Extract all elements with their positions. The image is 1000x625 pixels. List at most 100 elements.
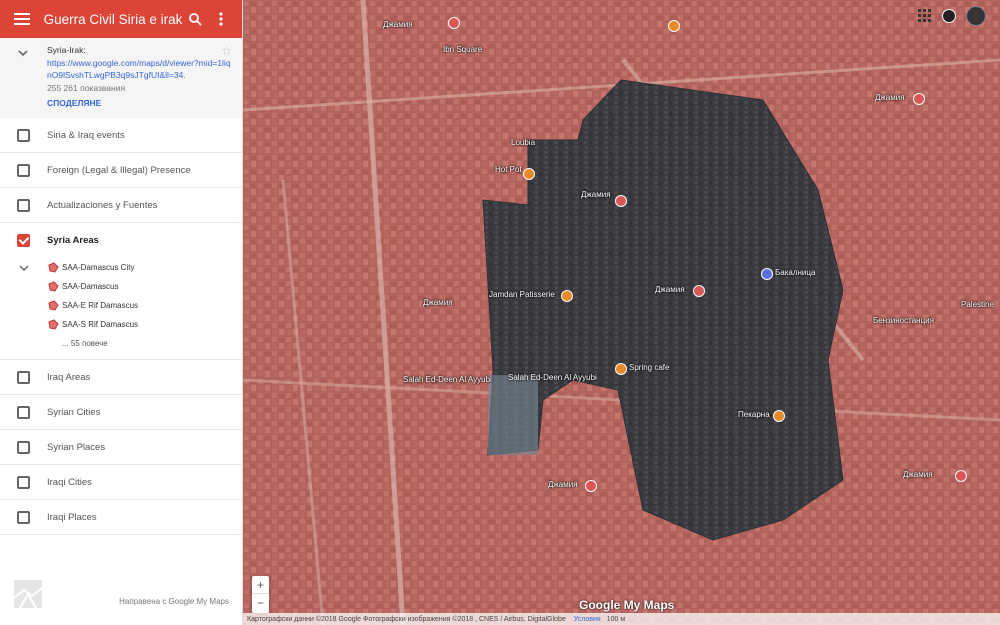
made-with-text: Направена с Google My Maps: [119, 597, 229, 606]
layer-checkbox[interactable]: [17, 198, 30, 212]
search-icon[interactable]: [182, 4, 208, 34]
layer-item[interactable]: SAA-Damascus: [0, 277, 242, 296]
map-label: Salah Ed-Deen Al Ayyubi: [403, 375, 492, 384]
my-maps-logo-icon: [14, 580, 42, 608]
attribution-text: Картографски данни ©2018 Google Фотограф…: [247, 615, 566, 623]
layer-label: Foreign (Legal & Illegal) Presence: [47, 164, 191, 176]
zoom-control: + −: [252, 576, 269, 613]
layer-foreign-presence[interactable]: Foreign (Legal & Illegal) Presence: [0, 153, 242, 188]
zoom-out-button[interactable]: −: [252, 594, 269, 612]
polygon-icon: [48, 281, 59, 292]
chevron-down-icon[interactable]: [16, 46, 30, 60]
account-bar: [918, 6, 986, 26]
mosque-pin-icon[interactable]: [913, 93, 925, 105]
store-pin-icon[interactable]: [761, 268, 773, 280]
map-attribution: Картографски данни ©2018 Google Фотограф…: [243, 613, 1000, 625]
top-bar: Guerra Civil Siria e irak: [0, 0, 242, 38]
map-name: Syria-Irak:: [47, 45, 86, 55]
notifications-icon[interactable]: [942, 9, 956, 23]
layer-checkbox[interactable]: [17, 475, 30, 489]
cafe-pin-icon[interactable]: [615, 363, 627, 375]
more-vert-icon[interactable]: [208, 4, 234, 34]
layer-label: Siria & Iraq events: [47, 129, 125, 141]
map-label: Hot Pot: [495, 165, 522, 174]
avatar[interactable]: [966, 6, 986, 26]
layer-items: SAA-Damascus City SAA-Damascus SAA-E Rif…: [0, 258, 242, 353]
restaurant-pin-icon[interactable]: [561, 290, 573, 302]
map-label: Джамия: [875, 93, 905, 102]
show-more-link[interactable]: ... 55 повече: [0, 334, 242, 353]
map-label: Jamdan Patisserie: [489, 290, 555, 299]
layer-syrian-cities[interactable]: Syrian Cities: [0, 395, 242, 430]
scale-bar: 100 м: [606, 615, 626, 623]
layer-checkbox[interactable]: [17, 510, 30, 524]
layer-item[interactable]: SAA-Damascus City: [0, 258, 242, 277]
layer-syrian-places[interactable]: Syrian Places: [0, 430, 242, 465]
layer-item-label: SAA-Damascus: [62, 282, 119, 291]
app: Guerra Civil Siria e irak Syria-Irak: ht…: [0, 0, 1000, 625]
mosque-pin-icon[interactable]: [693, 285, 705, 297]
layer-item-label: SAA-S Rif Damascus: [62, 320, 139, 329]
polygon-icon: [48, 262, 59, 273]
layer-actualizaciones[interactable]: Actualizaciones y Fuentes: [0, 188, 242, 223]
map-label: Ibn Square: [443, 45, 483, 54]
mosque-pin-icon[interactable]: [955, 470, 967, 482]
layer-label: Iraqi Places: [47, 511, 97, 523]
map-label: Джамия: [581, 190, 611, 199]
layer-checkbox[interactable]: [17, 128, 30, 142]
restaurant-pin-icon[interactable]: [668, 20, 680, 32]
mosque-pin-icon[interactable]: [615, 195, 627, 207]
layer-label: Syrian Places: [47, 441, 106, 453]
layer-checkbox[interactable]: [17, 370, 30, 384]
terms-link[interactable]: Условия: [574, 616, 601, 623]
chevron-down-icon[interactable]: [18, 262, 30, 274]
star-icon[interactable]: ☆: [221, 44, 232, 58]
layer-list: Siria & Iraq events Foreign (Legal & Ill…: [0, 118, 242, 535]
menu-icon[interactable]: [8, 4, 36, 34]
layer-item-label: SAA-E Rif Damascus: [62, 301, 139, 310]
view-count: 255 261 показвания: [47, 82, 126, 93]
map-legend-panel: Guerra Civil Siria e irak Syria-Irak: ht…: [0, 0, 243, 625]
apps-grid-icon[interactable]: [918, 9, 932, 23]
map-label: Бензиностанция: [873, 316, 934, 325]
layer-label: Iraqi Cities: [47, 476, 92, 488]
mosque-pin-icon[interactable]: [585, 480, 597, 492]
layer-iraq-areas[interactable]: Iraq Areas: [0, 360, 242, 395]
zoom-in-button[interactable]: +: [252, 576, 269, 594]
map-label: Джамия: [655, 285, 685, 294]
layer-item-label: SAA-Damascus City: [62, 263, 135, 272]
layer-label: Iraq Areas: [47, 371, 91, 383]
map-url-link[interactable]: https://www.google.com/maps/d/viewer?mid…: [47, 57, 232, 82]
layer-checkbox[interactable]: [17, 405, 30, 419]
map-label: Бакалница: [775, 268, 816, 277]
layer-iraqi-places[interactable]: Iraqi Places: [0, 500, 242, 535]
layer-siria-iraq-events[interactable]: Siria & Iraq events: [0, 118, 242, 153]
layer-checkbox[interactable]: [17, 440, 30, 454]
layer-checkbox-checked[interactable]: [17, 234, 30, 247]
layer-syria-areas[interactable]: Syria Areas: [0, 223, 242, 258]
mosque-pin-icon[interactable]: [448, 17, 460, 29]
map-label: Джамия: [423, 298, 453, 307]
layer-label: Syrian Cities: [47, 406, 101, 418]
map-label: Джамия: [548, 480, 578, 489]
layer-item[interactable]: SAA-E Rif Damascus: [0, 296, 242, 315]
map-label: Loubia: [511, 138, 536, 147]
map-title: Guerra Civil Siria e irak: [43, 11, 183, 27]
map-canvas[interactable]: Джамия Ibn Square Loubia Hot Pot Джамия …: [243, 0, 1000, 625]
map-label: Пекарна: [738, 410, 770, 419]
bakery-pin-icon[interactable]: [773, 410, 785, 422]
map-label: Джамия: [903, 470, 933, 479]
layer-group-syria-areas: Syria Areas SAA-Damascus City SAA-Damasc…: [0, 223, 242, 360]
share-button[interactable]: СПОДЕЛЯНЕ: [47, 97, 232, 110]
layer-iraqi-cities[interactable]: Iraqi Cities: [0, 465, 242, 500]
polygon-icon: [48, 300, 59, 311]
polygon-icon: [48, 319, 59, 330]
map-label: Джамия: [383, 20, 413, 29]
google-my-maps-logo: Google My Maps: [579, 598, 675, 612]
layer-checkbox[interactable]: [17, 163, 30, 177]
layer-item[interactable]: SAA-S Rif Damascus: [0, 315, 242, 334]
sidebar-footer: Направена с Google My Maps: [0, 580, 243, 625]
map-label: Palestine: [961, 300, 994, 309]
restaurant-pin-icon[interactable]: [523, 168, 535, 180]
layer-label: Syria Areas: [47, 235, 99, 246]
